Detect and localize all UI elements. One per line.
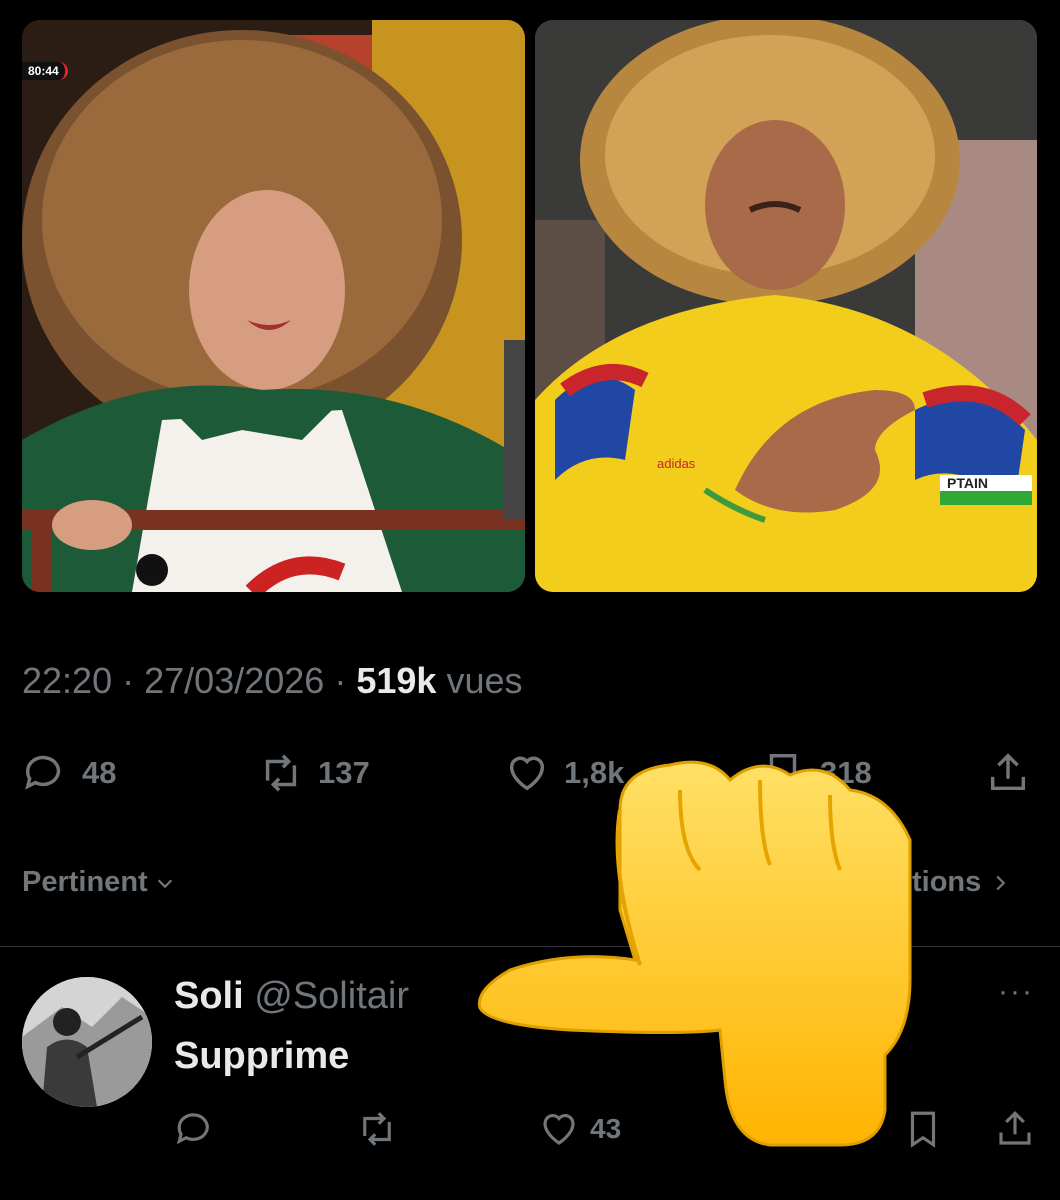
tweet-meta: 22:20 · 27/03/2026 · 519k vues [22, 660, 523, 702]
reply-button[interactable]: 48 [22, 750, 116, 796]
reply-reply-button[interactable] [174, 1108, 216, 1150]
reply-sort-dropdown[interactable]: Pertinent [22, 866, 176, 899]
reply-text: Supprime [174, 1035, 350, 1077]
avatar-image [22, 977, 152, 1107]
photo-left-image [22, 20, 525, 592]
logo-text: adidas [657, 456, 696, 471]
views-label: vues [446, 660, 523, 701]
armband-text: PTAIN [947, 475, 988, 491]
repost-count: 137 [318, 755, 370, 790]
repost-button[interactable]: 137 [258, 750, 370, 796]
reply-header: Soli @Solitair [174, 975, 409, 1018]
sort-right-link[interactable]: tions [912, 866, 1011, 899]
repost-icon [265, 754, 297, 792]
tweet-date: 27/03/2026 [144, 660, 325, 701]
reply-share-button[interactable] [994, 1108, 1036, 1150]
thumbs-down-emoji [477, 760, 912, 1147]
share-button[interactable] [985, 750, 1031, 796]
views-count: 519k [356, 660, 437, 701]
reply-icon [176, 1113, 209, 1145]
photo-right[interactable]: PTAIN adidas [535, 20, 1037, 592]
reply-repost-button[interactable] [356, 1108, 398, 1150]
chevron-down-icon [157, 878, 172, 888]
video-timer: 80:44 [22, 62, 68, 80]
sort-right-label: tions [912, 866, 982, 898]
reply-icon [25, 755, 61, 790]
reply-count: 48 [82, 755, 117, 790]
tweet-time: 22:20 [22, 660, 113, 701]
sort-label: Pertinent [22, 866, 148, 898]
photo-left[interactable]: 80:44 [22, 20, 525, 592]
meta-sep-1: · [122, 660, 135, 701]
photo-right-image: PTAIN adidas [535, 20, 1037, 592]
more-icon[interactable]: ··· [998, 975, 1034, 1009]
reply-author-handle[interactable]: @Solitair [254, 975, 409, 1017]
share-icon [999, 1111, 1031, 1145]
reply-author-name[interactable]: Soli [174, 975, 244, 1017]
repost-icon [363, 1112, 391, 1146]
share-icon [990, 753, 1026, 791]
avatar[interactable] [22, 977, 152, 1107]
meta-sep-2: · [334, 660, 347, 701]
chevron-right-icon [996, 875, 1006, 890]
